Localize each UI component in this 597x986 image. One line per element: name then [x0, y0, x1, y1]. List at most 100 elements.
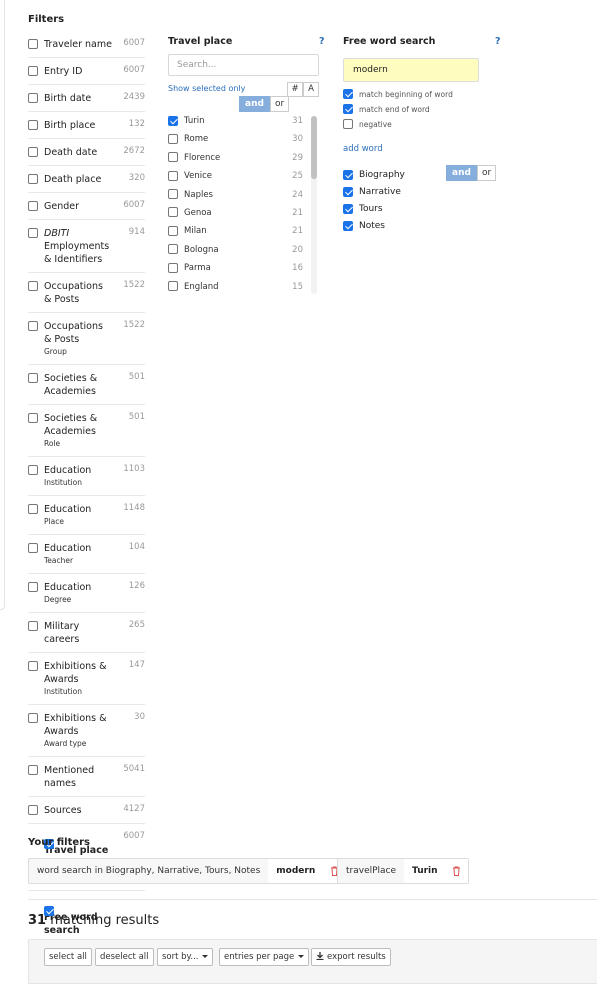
filter-item[interactable]: Birth date 2439 — [28, 85, 145, 112]
search-field-checkbox[interactable] — [343, 221, 353, 231]
filter-checkbox[interactable] — [28, 93, 38, 103]
filter-item[interactable]: Gender 6007 — [28, 193, 145, 220]
filter-checkbox[interactable] — [28, 805, 38, 815]
travel-place-checkbox[interactable] — [168, 281, 178, 292]
filter-item[interactable]: Traveler name 6007 — [28, 31, 145, 58]
filter-checkbox[interactable] — [28, 582, 38, 592]
filter-checkbox[interactable] — [28, 66, 38, 76]
match-end-option[interactable]: match end of word — [343, 104, 430, 115]
filter-checkbox[interactable] — [28, 413, 38, 423]
search-field-checkbox[interactable] — [343, 187, 353, 197]
sort-by-dropdown[interactable]: sort by... — [157, 948, 214, 966]
filter-checkbox[interactable] — [28, 228, 38, 238]
filter-checkbox[interactable] — [28, 321, 38, 331]
search-field-option[interactable]: Notes — [343, 220, 385, 232]
free-word-search-input[interactable] — [343, 58, 479, 82]
filter-item[interactable]: Occupations & Posts 1522 — [28, 273, 145, 313]
match-beginning-option[interactable]: match beginning of word — [343, 89, 453, 100]
export-results-button[interactable]: export results — [311, 948, 391, 966]
free-word-help-icon[interactable]: ? — [495, 36, 501, 47]
select-all-button[interactable]: select all — [44, 948, 92, 966]
match-beginning-checkbox[interactable] — [343, 89, 353, 99]
filter-item[interactable]: Birth place 132 — [28, 112, 145, 139]
or-toggle-button[interactable]: or — [476, 165, 497, 181]
travel-place-item[interactable]: Turin 31 — [168, 114, 319, 132]
filter-checkbox[interactable] — [28, 174, 38, 184]
filter-item[interactable]: Death date 2672 — [28, 139, 145, 166]
travel-place-item[interactable]: Bologna 20 — [168, 243, 319, 261]
filter-item[interactable]: DBITI Employments & Identifiers 914 — [28, 220, 145, 273]
trash-icon[interactable] — [445, 859, 468, 883]
travel-place-checkbox[interactable] — [168, 225, 178, 236]
filter-checkbox[interactable] — [28, 543, 38, 553]
filter-checkbox[interactable] — [28, 465, 38, 475]
travel-place-item[interactable]: Rome 30 — [168, 132, 319, 150]
travel-place-checkbox[interactable] — [168, 133, 178, 144]
travel-place-checkbox[interactable] — [168, 207, 178, 218]
travel-place-checkbox[interactable] — [168, 262, 178, 273]
filter-item[interactable]: Education Institution 1103 — [28, 457, 145, 496]
travel-place-checkbox[interactable] — [168, 189, 178, 200]
negative-option[interactable]: negative — [343, 119, 392, 130]
travel-place-item[interactable]: Venice 25 — [168, 169, 319, 187]
travel-place-item[interactable]: Milan 21 — [168, 224, 319, 242]
search-field-checkbox[interactable] — [343, 170, 353, 180]
travel-place-item[interactable]: Florence 29 — [168, 151, 319, 169]
filter-item[interactable]: Sources 4127 — [28, 797, 145, 824]
export-results-label: export results — [327, 952, 386, 962]
add-word-link[interactable]: add word — [343, 144, 383, 154]
sort-alphabetical-button[interactable]: A — [303, 82, 319, 97]
search-field-checkbox[interactable] — [343, 204, 353, 214]
travel-place-checkbox[interactable] — [168, 244, 178, 255]
filter-checkbox[interactable] — [28, 120, 38, 130]
filter-item[interactable]: Societies & Academies 501 — [28, 365, 145, 405]
filter-item[interactable]: Societies & Academies Role 501 — [28, 405, 145, 457]
filter-item[interactable]: Death place 320 — [28, 166, 145, 193]
filter-checkbox[interactable] — [28, 504, 38, 514]
entries-per-page-dropdown[interactable]: entries per page — [219, 948, 310, 966]
deselect-all-button[interactable]: deselect all — [95, 948, 154, 966]
filter-item[interactable]: Education Teacher 104 — [28, 535, 145, 574]
search-field-option[interactable]: Narrative — [343, 186, 401, 198]
travel-place-item[interactable]: Naples 24 — [168, 188, 319, 206]
filter-item[interactable]: Exhibitions & Awards Award type 30 — [28, 705, 145, 757]
filter-checkbox[interactable] — [28, 39, 38, 49]
filter-checkbox[interactable] — [28, 661, 38, 671]
filter-item[interactable]: Occupations & Posts Group 1522 — [28, 313, 145, 365]
filter-item[interactable]: Education Degree 126 — [28, 574, 145, 613]
travel-place-list[interactable]: Turin 31 Rome 30 Florence 29 Venice 25 Naples 24 G… — [168, 114, 319, 297]
travel-place-checkbox[interactable] — [168, 115, 178, 126]
travel-place-help-icon[interactable]: ? — [319, 36, 325, 47]
filter-label: Death place — [44, 174, 102, 185]
filter-item[interactable]: Mentioned names 5041 — [28, 757, 145, 797]
travel-place-item[interactable]: Parma 16 — [168, 261, 319, 279]
filter-item[interactable]: Military careers 265 — [28, 613, 145, 653]
and-toggle-button[interactable]: and — [446, 165, 477, 181]
filter-checkbox[interactable] — [28, 281, 38, 291]
filter-checkbox[interactable] — [28, 147, 38, 157]
filter-item[interactable]: Education Place 1148 — [28, 496, 145, 535]
travel-place-scroll-thumb[interactable] — [311, 116, 317, 179]
travel-place-item[interactable]: Genoa 21 — [168, 206, 319, 224]
or-toggle-button[interactable]: or — [269, 96, 290, 112]
filter-checkbox[interactable] — [28, 765, 38, 775]
filter-checkbox[interactable] — [28, 373, 38, 383]
filter-checkbox[interactable] — [28, 621, 38, 631]
filter-item[interactable]: Exhibitions & Awards Institution 147 — [28, 653, 145, 705]
filter-checkbox[interactable] — [28, 201, 38, 211]
travel-place-checkbox[interactable] — [168, 152, 178, 163]
negative-checkbox[interactable] — [343, 119, 353, 129]
results-toolbar: select all deselect all sort by... entri… — [28, 939, 597, 984]
travel-place-checkbox[interactable] — [168, 170, 178, 181]
search-field-option[interactable]: Tours — [343, 203, 383, 215]
search-field-option[interactable]: Biography — [343, 169, 405, 181]
sort-by-count-button[interactable]: # — [287, 82, 303, 97]
travel-place-item[interactable]: England 15 — [168, 280, 319, 297]
travel-place-scrollbar[interactable] — [311, 116, 317, 294]
and-toggle-button[interactable]: and — [239, 96, 270, 112]
filter-item[interactable]: Entry ID 6007 — [28, 58, 145, 85]
filter-checkbox[interactable] — [28, 713, 38, 723]
match-end-checkbox[interactable] — [343, 104, 353, 114]
show-selected-only-link[interactable]: Show selected only — [168, 84, 245, 93]
travel-place-search-input[interactable] — [168, 54, 319, 76]
